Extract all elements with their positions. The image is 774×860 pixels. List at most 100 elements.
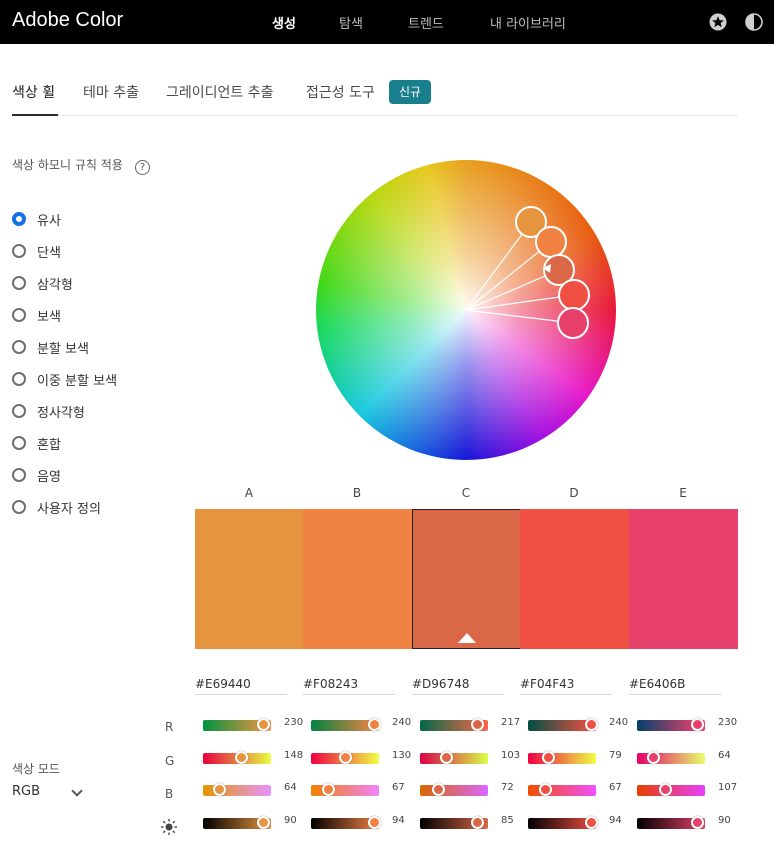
channel-slider[interactable]: [203, 783, 271, 796]
channel-slider[interactable]: [528, 718, 598, 731]
radio-button[interactable]: [12, 244, 26, 258]
star-icon[interactable]: [709, 13, 727, 31]
nav-my-library[interactable]: 내 라이브러리: [490, 13, 566, 32]
channel-slider[interactable]: [637, 816, 705, 829]
channel-slider[interactable]: [311, 783, 379, 796]
slider-thumb[interactable]: [235, 751, 248, 764]
color-swatch[interactable]: [629, 509, 738, 649]
radio-button[interactable]: [12, 212, 26, 226]
tab-color-wheel[interactable]: 색상 휠: [12, 82, 55, 102]
harmony-option[interactable]: 사용자 정의: [12, 497, 101, 517]
wheel-color-handle[interactable]: [535, 226, 567, 258]
slider-thumb[interactable]: [542, 751, 555, 764]
slider-thumb[interactable]: [368, 816, 381, 829]
slider-value: 103: [501, 750, 521, 761]
harmony-option[interactable]: 혼합: [12, 433, 61, 453]
color-swatch[interactable]: [412, 509, 521, 649]
column-label: C: [461, 486, 471, 500]
radio-button[interactable]: [12, 276, 26, 290]
radio-button[interactable]: [12, 372, 26, 386]
slider-thumb[interactable]: [322, 783, 335, 796]
harmony-option[interactable]: 단색: [12, 241, 61, 261]
harmony-option[interactable]: 음영: [12, 465, 61, 485]
slider-value: 230: [718, 717, 738, 728]
slider-thumb[interactable]: [539, 783, 552, 796]
harmony-option[interactable]: 유사: [12, 209, 61, 229]
slider-value: 67: [392, 782, 405, 793]
wheel-color-handle[interactable]: [557, 307, 589, 339]
tab-extract-theme[interactable]: 테마 추출: [83, 82, 139, 102]
channel-slider[interactable]: [311, 816, 381, 829]
contrast-icon[interactable]: [745, 13, 763, 31]
nav-explore[interactable]: 탐색: [339, 13, 363, 32]
slider-thumb[interactable]: [432, 783, 445, 796]
slider-thumb[interactable]: [257, 816, 270, 829]
radio-button[interactable]: [12, 308, 26, 322]
channel-slider[interactable]: [528, 783, 596, 796]
harmony-option[interactable]: 보색: [12, 305, 61, 325]
help-icon[interactable]: ?: [135, 160, 150, 175]
slider-thumb[interactable]: [213, 783, 226, 796]
color-swatch[interactable]: [195, 509, 304, 649]
brand-logo[interactable]: Adobe Color: [12, 9, 123, 32]
channel-slider[interactable]: [420, 816, 488, 829]
slider-thumb[interactable]: [368, 718, 381, 731]
hex-input[interactable]: #F08243: [303, 677, 395, 695]
slider-thumb[interactable]: [471, 816, 484, 829]
harmony-option[interactable]: 삼각형: [12, 273, 73, 293]
wheel-color-handle[interactable]: [558, 279, 590, 311]
hex-input[interactable]: #E69440: [195, 677, 287, 695]
harmony-option-label: 사용자 정의: [37, 501, 101, 517]
slider-value: 90: [718, 815, 731, 826]
slider-thumb[interactable]: [471, 718, 484, 731]
channel-slider[interactable]: [637, 718, 705, 731]
hex-input[interactable]: #D96748: [412, 677, 504, 695]
slider-thumb[interactable]: [339, 751, 352, 764]
channel-slider[interactable]: [528, 751, 596, 764]
radio-button[interactable]: [12, 436, 26, 450]
harmony-rule-title: 색상 하모니 규칙 적용: [12, 158, 123, 172]
harmony-option[interactable]: 이중 분할 보색: [12, 369, 117, 389]
channel-label-b: B: [165, 787, 174, 801]
color-swatch[interactable]: [520, 509, 629, 649]
radio-button[interactable]: [12, 500, 26, 514]
slider-thumb[interactable]: [585, 816, 598, 829]
slider-thumb[interactable]: [440, 751, 453, 764]
channel-slider[interactable]: [528, 816, 598, 829]
channel-label-g: G: [165, 754, 175, 768]
radio-button[interactable]: [12, 468, 26, 482]
nav-create[interactable]: 생성: [272, 13, 296, 32]
channel-slider[interactable]: [420, 718, 488, 731]
channel-slider[interactable]: [203, 718, 271, 731]
nav-trends[interactable]: 트렌드: [408, 13, 444, 32]
channel-slider[interactable]: [311, 718, 381, 731]
harmony-option[interactable]: 분할 보색: [12, 337, 89, 357]
channel-slider[interactable]: [420, 751, 488, 764]
channel-slider[interactable]: [637, 751, 705, 764]
slider-value: 79: [609, 750, 622, 761]
tab-accessibility-tools[interactable]: 접근성 도구: [306, 82, 375, 102]
slider-thumb[interactable]: [691, 816, 704, 829]
channel-slider[interactable]: [203, 751, 271, 764]
slider-thumb[interactable]: [647, 751, 660, 764]
slider-thumb[interactable]: [659, 783, 672, 796]
hex-input[interactable]: #E6406B: [629, 677, 721, 695]
tab-extract-gradient[interactable]: 그레이디언트 추출: [166, 82, 274, 102]
harmony-option-label: 정사각형: [37, 405, 85, 421]
color-swatch[interactable]: [303, 509, 412, 649]
top-bar: Adobe Color 생성 탐색 트렌드 내 라이브러리: [0, 0, 774, 44]
new-badge: 신규: [389, 80, 432, 104]
channel-slider[interactable]: [420, 783, 488, 796]
slider-value: 64: [718, 750, 731, 761]
color-wheel[interactable]: [316, 160, 616, 460]
channel-slider[interactable]: [637, 783, 705, 796]
radio-button[interactable]: [12, 404, 26, 418]
radio-button[interactable]: [12, 340, 26, 354]
harmony-option[interactable]: 정사각형: [12, 401, 85, 421]
slider-thumb[interactable]: [585, 718, 598, 731]
slider-thumb[interactable]: [691, 718, 704, 731]
channel-slider[interactable]: [203, 816, 271, 829]
channel-slider[interactable]: [311, 751, 379, 764]
hex-input[interactable]: #F04F43: [520, 677, 612, 695]
slider-thumb[interactable]: [257, 718, 270, 731]
